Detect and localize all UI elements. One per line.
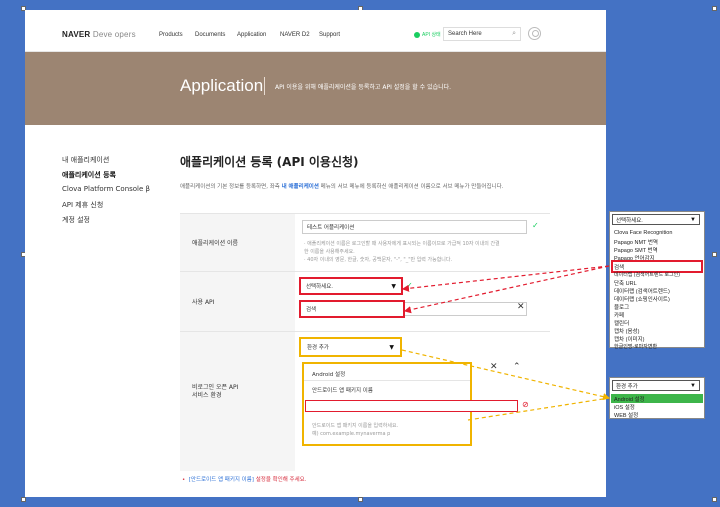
env-row: 비로그인 오픈 API 서비스 환경 환경 추가 ▼ Android 설정 안드… xyxy=(180,331,550,471)
remove-env-icon[interactable]: ✕ xyxy=(490,362,498,372)
sidebar-item-account-settings[interactable]: 계정 설정 xyxy=(62,215,150,230)
env-option-android[interactable]: Android 설정 xyxy=(614,395,645,403)
resize-handle-br[interactable] xyxy=(712,497,717,502)
dropdown-arrow-icon: ▼ xyxy=(690,216,696,223)
naver-developers-logo[interactable]: NAVER Deve opers xyxy=(62,30,136,39)
api-option[interactable]: 데이터랩 (검색어트렌드) xyxy=(614,287,670,295)
api-label: 사용 API xyxy=(192,299,215,306)
api-option[interactable]: Papago SMT 번역 xyxy=(614,246,658,254)
api-option[interactable]: 캡차 (이미지) xyxy=(614,335,645,343)
dropdown-arrow-icon: ▼ xyxy=(391,282,396,290)
api-option[interactable]: Clova Face Recognition xyxy=(614,230,672,236)
nav-products[interactable]: Products xyxy=(159,32,183,38)
nav-documents[interactable]: Documents xyxy=(195,32,225,38)
api-option[interactable]: 데이터랩 (검색어트렌드 로그인) xyxy=(614,271,680,278)
package-name-hint: 안드로이드 앱 패키지 이름을 입력하세요. 예) com.example.my… xyxy=(312,423,399,437)
dropdown-arrow-icon: ▼ xyxy=(690,382,696,389)
api-dropdown-head[interactable]: 선택하세요. ▼ xyxy=(612,214,700,225)
selected-api-tag: 검색 xyxy=(299,300,405,318)
collapse-chevron-icon[interactable]: ⌃ xyxy=(513,362,521,372)
page-banner: Application API 이용을 위해 애플리케이션을 등록하고 API … xyxy=(25,52,606,125)
api-option[interactable]: 카페 xyxy=(614,311,624,319)
top-navigation: NAVER Deve opers Products Documents Appl… xyxy=(25,10,606,52)
sidebar-item-clova-console[interactable]: Clova Platform Console β xyxy=(62,185,150,200)
api-option-selected[interactable]: 검색 xyxy=(614,263,624,271)
api-option[interactable]: 캡차 (음성) xyxy=(614,327,639,335)
api-option[interactable]: 블로그 xyxy=(614,303,629,311)
app-name-row: 애플리케이션 이름 테스트 어플리케이션 ✓ · 애플리케이션 이름은 로그인할… xyxy=(180,213,550,271)
remove-api-icon[interactable]: ✕ xyxy=(517,302,525,312)
env-option-web[interactable]: WEB 설정 xyxy=(614,411,638,419)
resize-handle-bc[interactable] xyxy=(358,497,363,502)
banner-divider xyxy=(264,77,265,95)
search-icon: ⌕ xyxy=(512,30,516,37)
banner-description: API 이용을 위해 애플리케이션을 등록하고 API 설정을 할 수 있습니다… xyxy=(275,84,452,91)
resize-handle-bl[interactable] xyxy=(21,497,26,502)
env-dropdown-list: 환경 추가 ▼ Android 설정 iOS 설정 WEB 설정 xyxy=(609,377,705,419)
status-check-icon xyxy=(414,31,420,38)
env-add-select[interactable]: 환경 추가 ▼ xyxy=(299,337,402,357)
warning-message: • [안드로이드 앱 패키지 이름] 설정을 확인해 주세요. xyxy=(182,477,307,483)
user-avatar-icon[interactable] xyxy=(528,27,541,40)
developer-page: NAVER Deve opers Products Documents Appl… xyxy=(25,10,606,497)
resize-handle-mr[interactable] xyxy=(712,252,717,257)
intro-text: 애플리케이션의 기본 정보를 등록하면, 좌측 내 애플리케이션 메뉴의 서브 … xyxy=(180,184,504,190)
android-settings-title: Android 설정 xyxy=(312,372,346,378)
valid-check-icon: ✓ xyxy=(532,221,539,230)
api-option[interactable]: Papago NMT 번역 xyxy=(614,238,658,246)
env-dropdown-head[interactable]: 환경 추가 ▼ xyxy=(612,380,700,391)
nav-support[interactable]: Support xyxy=(319,32,340,38)
api-option[interactable]: 데이터랩 (쇼핑인사이트) xyxy=(614,295,670,303)
app-name-input[interactable]: 테스트 어플리케이션 xyxy=(302,220,527,234)
my-apps-link[interactable]: 내 애플리케이션 xyxy=(282,184,319,190)
api-check-icon: ✓ xyxy=(406,281,413,290)
sidebar-item-register-app[interactable]: 애플리케이션 등록 xyxy=(62,170,150,185)
api-dropdown-list: 선택하세요. ▼ Clova Face Recognition Papago N… xyxy=(609,211,705,350)
app-name-hint: · 애플리케이션 이름은 로그인할 때 사용자에게 표시되는 이름이므로 가급적… xyxy=(304,241,500,263)
api-row: 사용 API 선택하세요. ▼ ✓ 검색 ✕ xyxy=(180,271,550,331)
nav-naver-d2[interactable]: NAVER D2 xyxy=(280,32,310,38)
dropdown-arrow-icon: ▼ xyxy=(389,343,394,351)
error-icon: ⊘ xyxy=(522,400,529,409)
api-option[interactable]: 단축 URL xyxy=(614,279,637,287)
registration-form: 애플리케이션 이름 테스트 어플리케이션 ✓ · 애플리케이션 이름은 로그인할… xyxy=(180,213,550,471)
nav-application[interactable]: Application xyxy=(237,32,266,38)
sidebar-menu: 내 애플리케이션 애플리케이션 등록 Clova Platform Consol… xyxy=(62,155,150,230)
app-name-label: 애플리케이션 이름 xyxy=(192,240,239,247)
env-option-ios[interactable]: iOS 설정 xyxy=(614,403,635,411)
api-status[interactable]: API 상태 xyxy=(414,31,441,38)
api-option[interactable]: 한글인명-로마자변환 xyxy=(614,343,657,350)
package-name-input[interactable] xyxy=(305,400,518,412)
sidebar-item-api-partnership[interactable]: API 제휴 신청 xyxy=(62,200,150,215)
warning-link[interactable]: [안드로이드 앱 패키지 이름] xyxy=(189,477,254,483)
search-input[interactable]: Search Here ⌕ xyxy=(443,27,521,41)
api-option[interactable]: 캘린더 xyxy=(614,319,629,327)
package-name-label: 안드로이드 앱 패키지 이름 xyxy=(312,388,373,394)
banner-title: Application xyxy=(180,76,264,95)
resize-handle-tr[interactable] xyxy=(712,6,717,11)
env-label-line2: 서비스 환경 xyxy=(192,392,222,399)
page-title: 애플리케이션 등록 (API 이용신청) xyxy=(180,155,359,169)
sidebar-item-my-apps[interactable]: 내 애플리케이션 xyxy=(62,155,150,170)
api-select[interactable]: 선택하세요. ▼ xyxy=(299,277,403,295)
